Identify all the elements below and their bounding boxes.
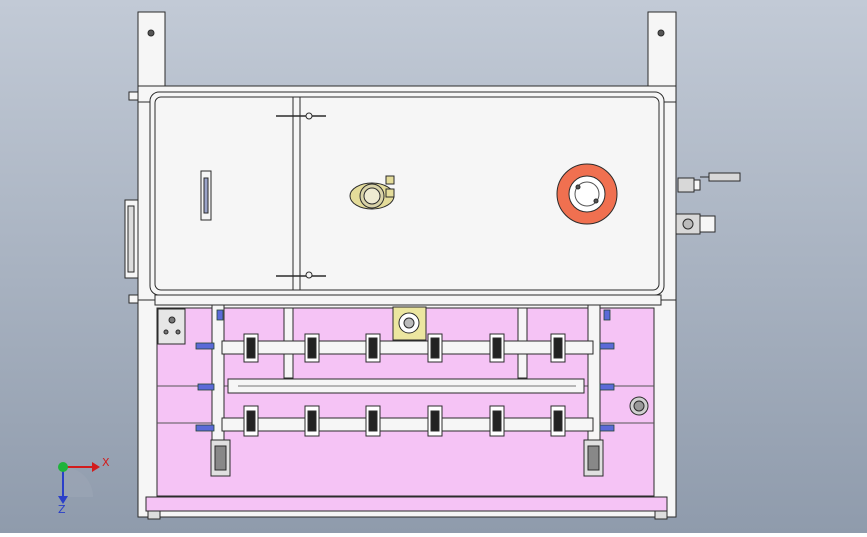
sensor-probe: [708, 172, 741, 182]
cad-3d-viewport[interactable]: X Z: [0, 0, 867, 533]
y-axis-dot: [58, 462, 68, 472]
left-gear-bracket: [157, 308, 186, 345]
lower-roller-shaft: [221, 417, 594, 432]
machine-model: [124, 11, 741, 520]
z-axis-label: Z: [58, 503, 66, 516]
left-post-hole: [147, 29, 155, 37]
upper-roller-shaft: [221, 340, 594, 355]
right-post-hole: [657, 29, 665, 37]
pink-bottom-strip: [145, 496, 668, 512]
lower-cover-lip: [154, 294, 662, 306]
right-fitting-upper: [677, 177, 695, 193]
x-axis-label: X: [102, 456, 110, 469]
lower-latch-pin: [305, 271, 313, 279]
upper-latch-pin: [305, 112, 313, 120]
